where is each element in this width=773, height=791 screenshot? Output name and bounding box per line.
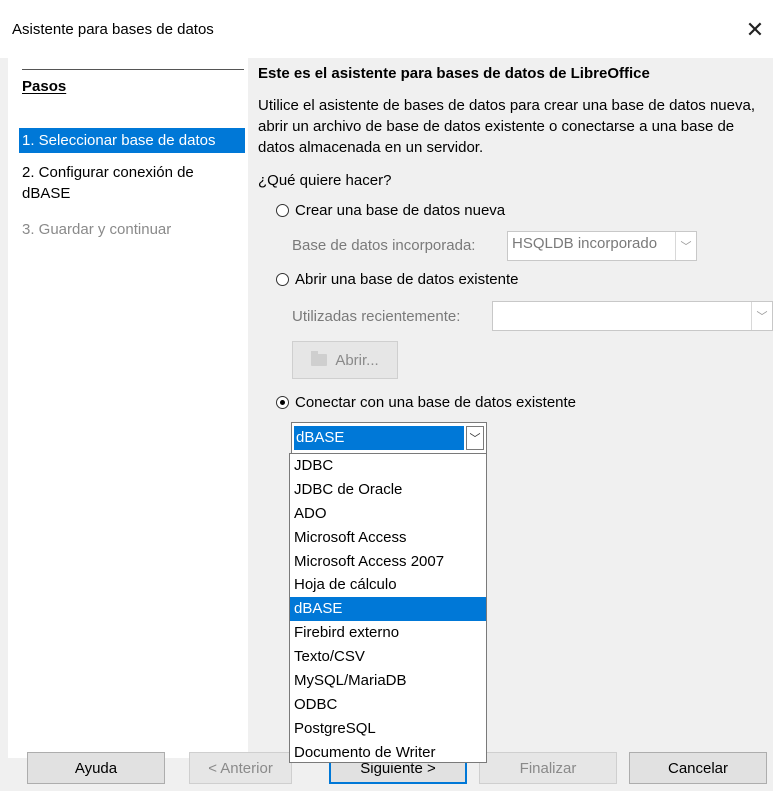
chevron-down-icon[interactable]: ﹀ xyxy=(466,426,484,450)
connection-type-option[interactable]: dBASE xyxy=(290,597,486,622)
step-configure-connection[interactable]: 2. Configurar conexión de dBASE xyxy=(22,162,242,204)
radio-open-existing[interactable]: Abrir una base de datos existente xyxy=(276,271,518,288)
radio-create-label: Crear una base de datos nueva xyxy=(295,202,506,219)
radio-connect-label: Conectar con una base de datos existente xyxy=(295,394,577,411)
back-button-label: < Anterior xyxy=(208,759,273,777)
radio-unchecked-icon[interactable] xyxy=(276,204,289,217)
open-button[interactable]: Abrir... xyxy=(292,341,398,379)
embedded-db-value: HSQLDB incorporado xyxy=(512,235,658,252)
chevron-down-icon: ﹀ xyxy=(751,302,772,330)
radio-unchecked-icon[interactable] xyxy=(276,273,289,286)
recent-label: Utilizadas recientemente: xyxy=(292,308,461,325)
window-title: Asistente para bases de datos xyxy=(12,21,214,38)
embedded-db-label: Base de datos incorporada: xyxy=(292,237,476,254)
steps-divider xyxy=(22,69,244,70)
connection-type-option[interactable]: Texto/CSV xyxy=(290,645,486,669)
help-button-label: Ayuda xyxy=(74,759,118,777)
connection-type-option[interactable]: Firebird externo xyxy=(290,621,486,645)
connection-type-option[interactable]: JDBC xyxy=(290,454,486,478)
cancel-button[interactable]: Cancelar xyxy=(629,752,767,784)
recent-files-select[interactable]: ﹀ xyxy=(492,301,773,331)
step-select-database[interactable]: 1. Seleccionar base de datos xyxy=(19,128,245,153)
radio-connect-existing[interactable]: Conectar con una base de datos existente xyxy=(276,394,576,411)
connection-type-list[interactable]: JDBC JDBC de Oracle ADO Microsoft Access Mic… xyxy=(289,453,487,763)
connection-type-option[interactable]: PostgreSQL xyxy=(290,717,486,741)
connection-type-option[interactable]: MySQL/MariaDB xyxy=(290,669,486,693)
radio-open-label: Abrir una base de datos existente xyxy=(295,271,519,288)
open-button-label: Abrir... xyxy=(335,351,379,369)
question-label: ¿Qué quiere hacer? xyxy=(258,172,392,189)
connection-type-select[interactable]: dBASE ﹀ xyxy=(291,422,487,454)
connection-type-value: dBASE xyxy=(294,426,464,450)
finish-button: Finalizar xyxy=(479,752,617,784)
back-button: < Anterior xyxy=(189,752,292,784)
title-bar: Asistente para bases de datos ✕ xyxy=(0,0,773,58)
cancel-button-label: Cancelar xyxy=(667,759,729,777)
close-icon[interactable]: ✕ xyxy=(737,12,773,48)
connection-type-option[interactable]: Microsoft Access 2007 xyxy=(290,550,486,574)
wizard-description: Utilice el asistente de bases de datos p… xyxy=(258,97,755,156)
folder-icon xyxy=(311,351,328,366)
embedded-db-select[interactable]: HSQLDB incorporado ﹀ xyxy=(507,231,697,261)
connection-type-option[interactable]: Hoja de cálculo xyxy=(290,573,486,597)
radio-create-new[interactable]: Crear una base de datos nueva xyxy=(276,202,505,219)
steps-sidebar: Pasos 1. Seleccionar base de datos 2. Co… xyxy=(8,58,248,758)
wizard-heading: Este es el asistente para bases de datos… xyxy=(258,65,650,82)
finish-button-label: Finalizar xyxy=(519,759,577,777)
connection-type-option[interactable]: ODBC xyxy=(290,693,486,717)
steps-title: Pasos xyxy=(22,78,67,95)
connection-type-option[interactable]: JDBC de Oracle xyxy=(290,478,486,502)
connection-type-option[interactable]: ADO xyxy=(290,502,486,526)
help-button[interactable]: Ayuda xyxy=(27,752,165,784)
radio-checked-icon[interactable] xyxy=(276,396,289,409)
connection-type-option[interactable]: Documento de Writer xyxy=(290,741,486,765)
chevron-down-icon: ﹀ xyxy=(675,232,696,260)
connection-type-option[interactable]: Microsoft Access xyxy=(290,526,486,550)
step-save-continue: 3. Guardar y continuar xyxy=(22,221,172,238)
